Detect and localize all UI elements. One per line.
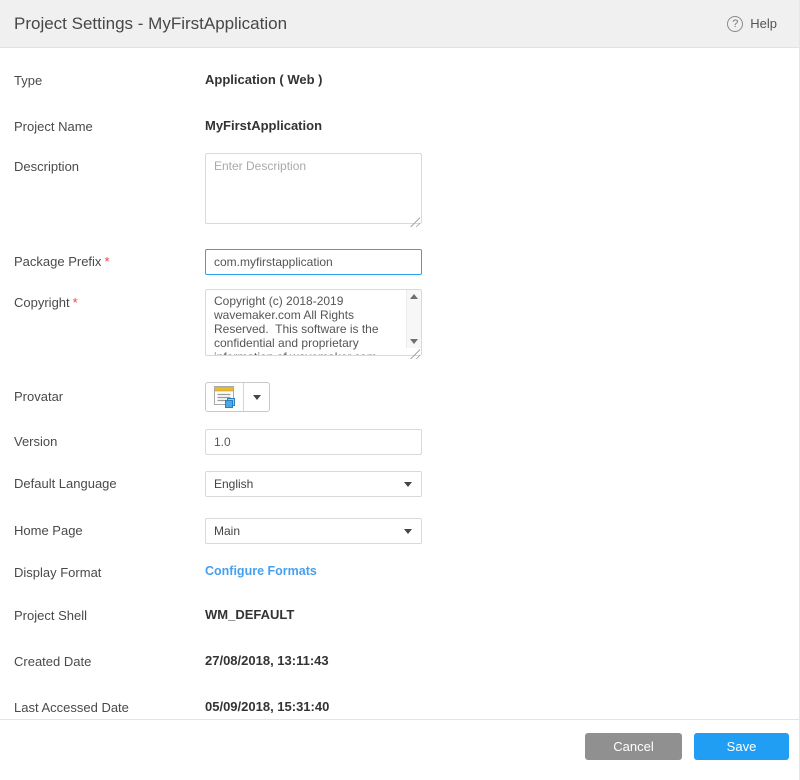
description-textarea[interactable] (205, 153, 422, 224)
last-accessed-date-label: Last Accessed Date (14, 700, 129, 715)
project-name-label: Project Name (14, 119, 93, 134)
row-provatar: Provatar (14, 382, 799, 412)
package-prefix-label: Package Prefix (14, 254, 101, 269)
help-icon: ? (727, 16, 743, 32)
row-copyright: Copyright* Copyright (c) 2018-2019 wavem… (14, 289, 799, 361)
dialog-header: Project Settings - MyFirstApplication ? … (0, 0, 799, 48)
home-page-value: Main (214, 524, 240, 538)
help-label: Help (750, 16, 777, 31)
version-label: Version (14, 434, 57, 449)
row-created-date: Created Date 27/08/2018, 13:11:43 (14, 653, 799, 671)
provatar-image-button[interactable] (206, 383, 244, 411)
default-language-value: English (214, 477, 253, 491)
textarea-scrollbar[interactable] (406, 290, 421, 348)
version-input[interactable] (205, 429, 422, 455)
type-value: Application ( Web ) (205, 72, 322, 87)
project-settings-dialog: Project Settings - MyFirstApplication ? … (0, 0, 800, 780)
display-format-label: Display Format (14, 565, 101, 580)
page-title: Project Settings - MyFirstApplication (14, 14, 287, 34)
required-asterisk: * (73, 289, 78, 310)
caret-down-icon (404, 482, 412, 487)
row-version: Version (14, 429, 799, 455)
copyright-textarea[interactable]: Copyright (c) 2018-2019 wavemaker.com Al… (205, 289, 422, 356)
scroll-up-icon[interactable] (410, 294, 418, 299)
row-package-prefix: Package Prefix* (14, 249, 799, 275)
row-home-page: Home Page Main (14, 518, 799, 544)
home-page-label: Home Page (14, 523, 83, 538)
row-project-name: Project Name MyFirstApplication (14, 118, 799, 136)
settings-form: Type Application ( Web ) Project Name My… (0, 48, 799, 717)
copyright-label: Copyright (14, 289, 70, 310)
scroll-down-icon[interactable] (410, 339, 418, 344)
project-name-value: MyFirstApplication (205, 118, 322, 133)
default-language-label: Default Language (14, 476, 117, 491)
row-type: Type Application ( Web ) (14, 72, 799, 90)
copyright-field-wrap: Copyright (c) 2018-2019 wavemaker.com Al… (205, 289, 422, 361)
provatar-label: Provatar (14, 389, 63, 404)
description-field-wrap (205, 153, 422, 229)
row-default-language: Default Language English (14, 471, 799, 497)
required-asterisk: * (104, 254, 109, 269)
row-description: Description (14, 153, 799, 229)
cancel-button[interactable]: Cancel (585, 733, 682, 760)
help-button[interactable]: ? Help (727, 16, 777, 32)
row-project-shell: Project Shell WM_DEFAULT (14, 607, 799, 625)
row-last-accessed-date: Last Accessed Date 05/09/2018, 15:31:40 (14, 699, 799, 717)
row-display-format: Display Format Configure Formats (14, 564, 799, 582)
caret-down-icon (404, 529, 412, 534)
provatar-dropdown-button[interactable] (244, 383, 269, 411)
type-label: Type (14, 73, 42, 88)
notepad-cube-icon (212, 385, 238, 409)
provatar-split-button (205, 382, 270, 412)
save-button[interactable]: Save (694, 733, 789, 760)
project-shell-value: WM_DEFAULT (205, 607, 294, 622)
default-language-select[interactable]: English (205, 471, 422, 497)
footer-divider (0, 719, 799, 720)
created-date-label: Created Date (14, 654, 91, 669)
last-accessed-date-value: 05/09/2018, 15:31:40 (205, 699, 329, 714)
description-label: Description (14, 153, 79, 174)
home-page-select[interactable]: Main (205, 518, 422, 544)
project-shell-label: Project Shell (14, 608, 87, 623)
configure-formats-link[interactable]: Configure Formats (205, 564, 317, 578)
caret-down-icon (253, 395, 261, 400)
package-prefix-input[interactable] (205, 249, 422, 275)
footer-actions: Cancel Save (585, 733, 789, 760)
created-date-value: 27/08/2018, 13:11:43 (205, 653, 329, 668)
